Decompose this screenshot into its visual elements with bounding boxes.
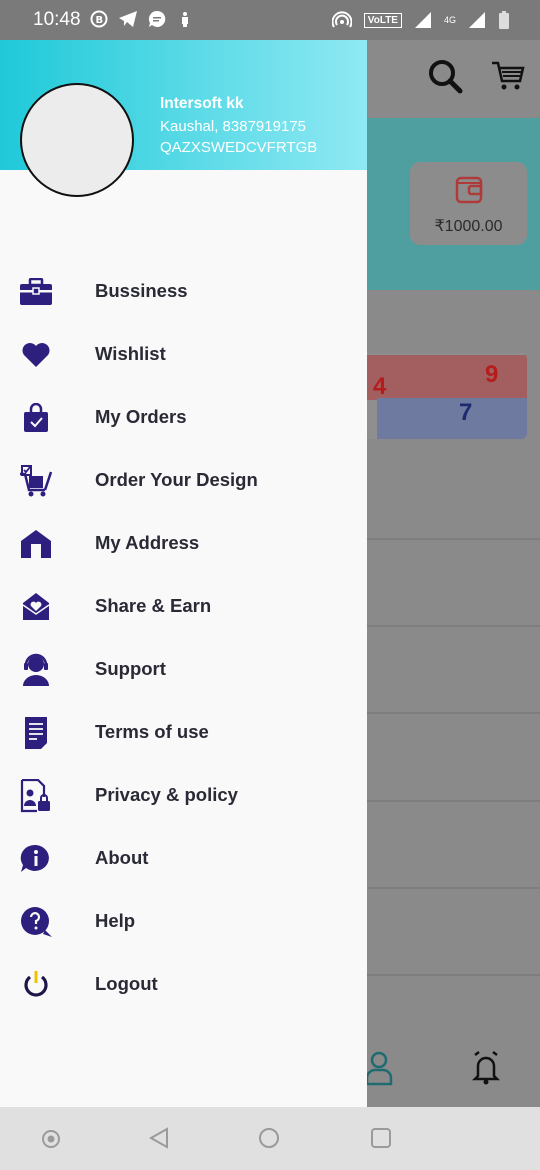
product-number: 4 bbox=[373, 373, 387, 400]
avatar[interactable] bbox=[20, 83, 134, 197]
menu-item-privacy-policy[interactable]: Privacy & policy bbox=[0, 764, 367, 827]
bg-header bbox=[367, 40, 540, 118]
wallet-card[interactable]: ₹1000.00 bbox=[410, 162, 527, 245]
background-app[interactable]: ₹1000.00 4 9 7 bbox=[367, 40, 540, 1107]
status-time: 10:48 bbox=[33, 9, 81, 30]
user-name: Intersoft kk bbox=[160, 95, 244, 112]
menu-item-logout[interactable]: Logout bbox=[0, 953, 367, 1016]
menu-item-my-orders[interactable]: My Orders bbox=[0, 386, 367, 449]
menu-label: About bbox=[95, 847, 149, 868]
user-phone: Kaushal, 8387919175 bbox=[160, 118, 306, 135]
cart-icon[interactable] bbox=[491, 60, 525, 92]
svg-text:B: B bbox=[96, 15, 104, 26]
b-notification-icon: B bbox=[90, 10, 108, 28]
battery-icon bbox=[499, 11, 509, 29]
signal-icon bbox=[414, 12, 431, 28]
divider bbox=[367, 800, 540, 802]
menu-item-business[interactable]: Bussiness bbox=[0, 260, 367, 323]
chat-icon bbox=[148, 10, 166, 28]
menu-label: Bussiness bbox=[95, 280, 188, 301]
heart-icon bbox=[19, 338, 53, 372]
briefcase-icon bbox=[19, 275, 53, 309]
bell-icon[interactable] bbox=[472, 1050, 500, 1086]
home-button-icon[interactable] bbox=[258, 1127, 280, 1149]
product-thumbnail[interactable]: 4 9 7 bbox=[367, 353, 527, 439]
design-cart-icon bbox=[19, 464, 53, 498]
menu-item-terms-of-use[interactable]: Terms of use bbox=[0, 701, 367, 764]
menu-label: Help bbox=[95, 910, 136, 931]
menu-item-help[interactable]: Help bbox=[0, 890, 367, 953]
menu-label: Share & Earn bbox=[95, 595, 212, 616]
headset-icon bbox=[19, 653, 53, 687]
document-icon bbox=[19, 716, 53, 750]
scooter-icon bbox=[182, 12, 188, 27]
menu-label: My Orders bbox=[95, 406, 187, 427]
divider bbox=[367, 625, 540, 627]
menu-label: Wishlist bbox=[95, 343, 166, 364]
menu-item-my-address[interactable]: My Address bbox=[0, 512, 367, 575]
menu-item-order-your-design[interactable]: Order Your Design bbox=[0, 449, 367, 512]
hotspot-icon bbox=[331, 11, 352, 28]
product-number: 9 bbox=[485, 361, 499, 388]
wallet-icon bbox=[455, 176, 483, 204]
assistant-dot-icon[interactable] bbox=[41, 1129, 61, 1149]
navigation-drawer: Intersoft kk Kaushal, 8387919175 QAZXSWE… bbox=[0, 40, 367, 1107]
menu-label: Logout bbox=[95, 973, 158, 994]
back-icon[interactable] bbox=[148, 1127, 170, 1149]
product-number: 7 bbox=[459, 399, 473, 426]
menu-item-support[interactable]: Support bbox=[0, 638, 367, 701]
divider bbox=[367, 538, 540, 540]
user-code: QAZXSWEDCVFRTGB bbox=[160, 139, 318, 156]
envelope-heart-icon bbox=[19, 590, 53, 624]
system-navigation-bar bbox=[0, 1107, 540, 1170]
privacy-lock-icon bbox=[19, 779, 53, 813]
person-icon[interactable] bbox=[367, 1050, 393, 1086]
power-icon bbox=[19, 968, 53, 1002]
divider bbox=[367, 712, 540, 714]
status-bar: 10:48 B VoLTE 4G bbox=[0, 0, 540, 40]
network-type: 4G bbox=[443, 15, 456, 25]
home-icon bbox=[19, 527, 53, 561]
search-icon[interactable] bbox=[427, 58, 463, 94]
question-icon bbox=[19, 905, 53, 939]
menu-item-share-earn[interactable]: Share & Earn bbox=[0, 575, 367, 638]
menu-label: Privacy & policy bbox=[95, 784, 238, 805]
menu-label: Terms of use bbox=[95, 721, 209, 742]
info-icon bbox=[19, 842, 53, 876]
menu-item-wishlist[interactable]: Wishlist bbox=[0, 323, 367, 386]
wallet-amount: ₹1000.00 bbox=[434, 218, 503, 235]
volte-badge: VoLTE bbox=[363, 12, 402, 28]
telegram-icon bbox=[119, 11, 137, 27]
recents-icon[interactable] bbox=[370, 1127, 392, 1149]
menu-label: Support bbox=[95, 658, 166, 679]
divider bbox=[367, 887, 540, 889]
divider bbox=[367, 974, 540, 976]
menu-label: My Address bbox=[95, 532, 200, 553]
signal-icon-2 bbox=[469, 12, 485, 28]
shopping-bag-icon bbox=[19, 401, 53, 435]
menu-label: Order Your Design bbox=[95, 469, 258, 490]
menu-item-about[interactable]: About bbox=[0, 827, 367, 890]
